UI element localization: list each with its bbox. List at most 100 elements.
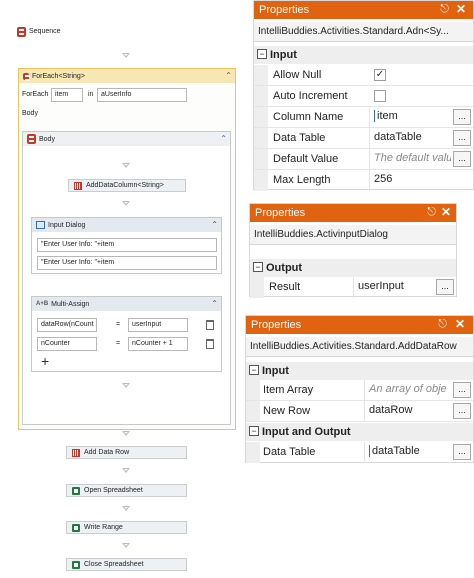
body-sequence[interactable]: Body ⌃ AddDataColumn<String> Input Dialo… xyxy=(22,131,231,425)
close-icon[interactable]: ✕ xyxy=(456,2,466,16)
body-header[interactable]: Body ⌃ xyxy=(23,132,230,146)
close-icon[interactable]: ✕ xyxy=(441,205,451,219)
collapse-icon[interactable]: ⌃ xyxy=(220,134,227,143)
assign-right-field[interactable]: userInput xyxy=(128,318,188,332)
foreach-collection-field[interactable]: aUserInfo xyxy=(97,88,187,102)
auto-increment-checkbox[interactable] xyxy=(374,90,386,102)
allow-null-checkbox[interactable]: ✓ xyxy=(374,69,386,81)
ellipsis-button[interactable]: ... xyxy=(453,151,471,167)
foreach-header[interactable]: ForEach<String> ⌃ xyxy=(19,69,235,83)
default-value-field[interactable]: The default valu xyxy=(369,149,451,169)
max-length-value[interactable]: 256 xyxy=(369,170,473,191)
ellipsis-button[interactable]: ... xyxy=(453,109,471,125)
panel-title: Properties ⎋ ✕ xyxy=(254,1,473,19)
pin-icon[interactable]: ⎋ xyxy=(440,3,449,16)
drop-arrow[interactable] xyxy=(122,53,130,58)
ellipsis-button[interactable]: ... xyxy=(453,403,471,419)
prop-row-max-length: Max Length 256 xyxy=(254,170,473,191)
drop-arrow[interactable] xyxy=(122,163,130,168)
add-icon[interactable]: + xyxy=(41,354,49,368)
multi-assign-header[interactable]: A+B Multi-Assign ⌃ xyxy=(32,297,221,311)
assign-right-field[interactable]: nCounter + 1 xyxy=(128,337,188,351)
prop-row-result: Result userInput ... xyxy=(250,277,456,298)
table-icon xyxy=(74,181,82,190)
delete-icon[interactable] xyxy=(206,339,214,349)
assign-equals: = xyxy=(116,321,121,328)
drop-arrow[interactable] xyxy=(122,201,130,206)
in-label: in xyxy=(88,91,94,98)
sequence-header[interactable]: Sequence xyxy=(14,25,64,38)
spreadsheet-icon xyxy=(72,523,80,532)
dialog-title-field[interactable]: "Enter User Info: "+item xyxy=(37,256,217,270)
add-data-column-activity[interactable]: AddDataColumn<String> xyxy=(68,179,186,192)
drop-arrow[interactable] xyxy=(122,431,130,436)
prop-name: Data Table xyxy=(273,132,326,144)
ellipsis-button[interactable]: ... xyxy=(453,444,471,460)
pin-icon[interactable]: ⎋ xyxy=(427,206,436,219)
category-input[interactable]: − Input xyxy=(254,46,473,64)
panel-title-label: Properties xyxy=(259,4,310,16)
add-data-row-activity[interactable]: Add Data Row xyxy=(66,446,187,459)
drop-arrow[interactable] xyxy=(122,543,130,548)
drop-arrow[interactable] xyxy=(122,468,130,473)
item-array-field[interactable]: An array of obje xyxy=(364,380,451,400)
prop-name: Auto Increment xyxy=(273,90,348,102)
category-label: Input xyxy=(270,49,297,61)
prop-name: Item Array xyxy=(263,384,314,396)
foreach-title: ForEach<String> xyxy=(32,72,85,80)
ellipsis-button[interactable]: ... xyxy=(453,382,471,398)
new-row-value[interactable]: dataRow xyxy=(364,401,451,421)
prop-name: Allow Null xyxy=(273,69,322,81)
workflow-canvas: Sequence ForEach<String> ⌃ ForEach item … xyxy=(0,0,250,578)
properties-panel-input-dialog: Properties ⎋ ✕ IntelliBuddies.Activinput… xyxy=(249,203,457,298)
column-name-value[interactable]: item xyxy=(369,107,451,127)
result-value[interactable]: userInput xyxy=(353,277,434,298)
collapse-icon[interactable]: − xyxy=(257,49,267,59)
prop-row-new-row: New Row dataRow ... xyxy=(246,401,473,422)
foreach-body-label: Body xyxy=(22,110,38,117)
category-output[interactable]: − Output xyxy=(250,259,456,277)
activity-label: AddDataColumn<String> xyxy=(86,182,164,189)
drop-arrow[interactable] xyxy=(122,383,130,388)
prop-name: Result xyxy=(269,281,301,293)
input-dialog-activity[interactable]: Input Dialog ⌃ "Enter User Info: "+item … xyxy=(31,217,222,274)
multi-assign-activity[interactable]: A+B Multi-Assign ⌃ dataRow(nCount = user… xyxy=(31,296,222,372)
assign-icon: A+B xyxy=(36,301,49,307)
assign-left-field[interactable]: nCounter xyxy=(37,337,97,351)
panel-type-name: IntelliBuddies.ActivinputDialog xyxy=(250,225,456,245)
delete-icon[interactable] xyxy=(206,320,214,330)
ellipsis-button[interactable]: ... xyxy=(436,279,454,295)
close-icon[interactable]: ✕ xyxy=(455,317,465,331)
foreach-item-field[interactable]: item xyxy=(51,88,83,102)
panel-title-label: Properties xyxy=(255,207,306,219)
dialog-label-field[interactable]: "Enter User Info: "+item xyxy=(37,238,217,252)
collapse-icon[interactable]: − xyxy=(249,426,259,436)
panel-title: Properties ⎋ ✕ xyxy=(250,204,456,222)
collapse-icon[interactable]: − xyxy=(249,365,259,375)
sequence-icon xyxy=(17,26,26,37)
data-table-value[interactable]: dataTable xyxy=(364,442,451,463)
drop-arrow[interactable] xyxy=(122,506,130,511)
category-input-and-output[interactable]: − Input and Output xyxy=(246,423,473,441)
assign-equals: = xyxy=(116,340,121,347)
panel-type-name: IntelliBuddies.Activities.Standard.Adn<S… xyxy=(254,22,473,42)
collapse-icon[interactable]: − xyxy=(253,262,263,272)
input-dialog-header[interactable]: Input Dialog ⌃ xyxy=(32,218,221,232)
collapse-icon[interactable]: ⌃ xyxy=(211,299,218,308)
dialog-icon xyxy=(36,221,45,229)
collapse-icon[interactable]: ⌃ xyxy=(211,220,218,229)
spreadsheet-icon xyxy=(72,560,80,569)
assign-left-field[interactable]: dataRow(nCount xyxy=(37,318,97,332)
write-range-activity[interactable]: Write Range xyxy=(66,521,187,534)
category-input[interactable]: − Input xyxy=(246,362,473,380)
close-spreadsheet-activity[interactable]: Close Spreadsheet xyxy=(66,558,187,571)
pin-icon[interactable]: ⎋ xyxy=(438,318,447,331)
sequence-icon xyxy=(27,134,36,144)
prop-name: Max Length xyxy=(273,174,331,186)
table-icon xyxy=(72,448,80,457)
collapse-icon[interactable]: ⌃ xyxy=(225,71,232,80)
data-table-value[interactable]: dataTable xyxy=(369,128,451,148)
open-spreadsheet-activity[interactable]: Open Spreadsheet xyxy=(66,484,187,497)
prop-name: Default Value xyxy=(273,153,339,165)
ellipsis-button[interactable]: ... xyxy=(453,130,471,146)
